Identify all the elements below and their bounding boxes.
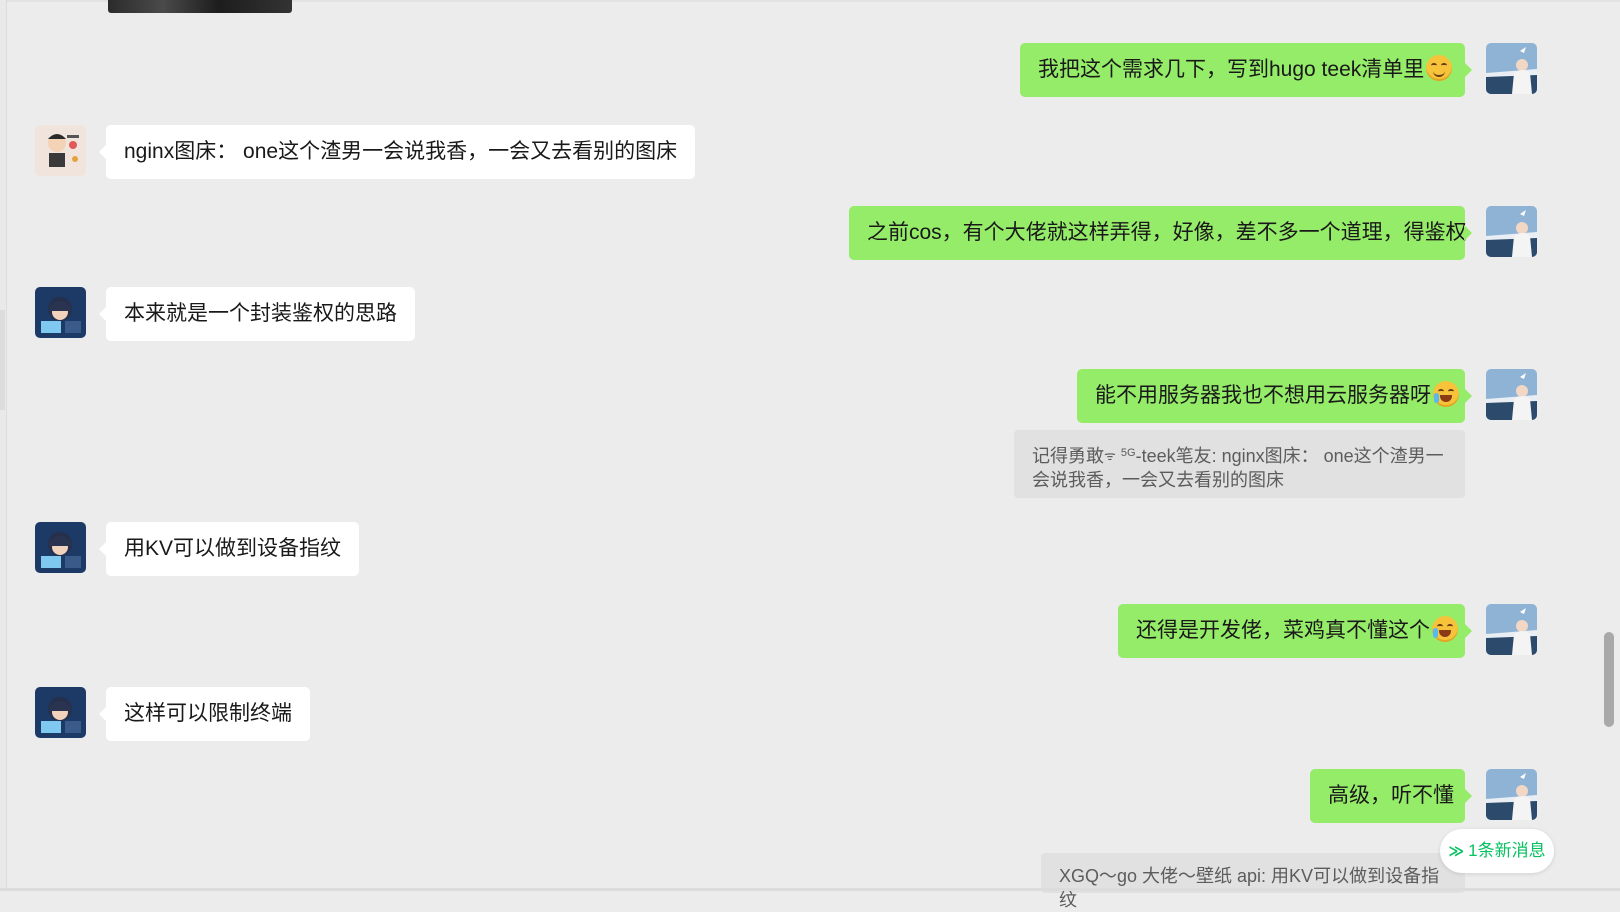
message-text: 本来就是一个封装鉴权的思路 (124, 302, 397, 325)
previous-image-message[interactable] (108, 0, 292, 13)
quoted-reply[interactable]: XGQ～go 大佬～壁纸 api: 用KV可以做到设备指纹 (1041, 853, 1465, 910)
incoming-message-bubble[interactable]: 用KV可以做到设备指纹 (98, 522, 360, 576)
outgoing-message-bubble[interactable]: 高级，听不懂 (1310, 769, 1472, 823)
smirk-emoji-icon (1426, 55, 1453, 81)
my-avatar[interactable] (1486, 769, 1537, 820)
incoming-message-bubble[interactable]: nginx图床： one这个渣男一会说我香，一会又去看别的图床 (98, 125, 696, 179)
my-avatar[interactable] (1486, 43, 1537, 94)
outgoing-message-bubble[interactable]: 我把这个需求几下，写到hugo teek清单里 (1020, 43, 1472, 97)
message-text: 用KV可以做到设备指纹 (124, 537, 342, 560)
outgoing-message-bubble[interactable]: 能不用服务器我也不想用云服务器呀 (1077, 369, 1472, 423)
message-text: 高级，听不懂 (1328, 784, 1454, 807)
message-text: 能不用服务器我也不想用云服务器呀 (1095, 384, 1431, 407)
sender-avatar-anime-coder[interactable] (35, 687, 86, 738)
laugh-cry-emoji-icon (1433, 381, 1459, 407)
5g-badge: 5G (1120, 447, 1136, 459)
sender-avatar-cartoon-sticker[interactable] (35, 125, 86, 176)
message-text: 之前cos，有个大佬就这样弄得，好像，差不多一个道理，得鉴权 (867, 221, 1467, 244)
left-panel-edge (0, 0, 7, 891)
message-text: 还得是开发佬，菜鸡真不懂这个 (1136, 619, 1430, 642)
quote-sender-name-suffix: -teek笔友 (1135, 446, 1212, 466)
sender-avatar-anime-coder[interactable] (35, 287, 86, 338)
outgoing-message-bubble[interactable]: 还得是开发佬，菜鸡真不懂这个 (1118, 604, 1472, 658)
my-avatar[interactable] (1486, 206, 1537, 257)
my-avatar[interactable] (1486, 369, 1537, 420)
chat-scrollbar[interactable] (1604, 632, 1614, 727)
outgoing-message-bubble[interactable]: 之前cos，有个大佬就这样弄得，好像，差不多一个道理，得鉴权 (849, 206, 1472, 260)
double-chevron-down-icon: ≫ (1448, 843, 1465, 860)
incoming-message-bubble[interactable]: 这样可以限制终端 (99, 687, 310, 741)
message-text: 我把这个需求几下，写到hugo teek清单里 (1038, 58, 1425, 81)
quote-sender-name: 记得勇敢 (1032, 446, 1104, 466)
incoming-message-bubble[interactable]: 本来就是一个封装鉴权的思路 (99, 287, 415, 341)
my-avatar[interactable] (1486, 604, 1537, 655)
sender-avatar-anime-coder[interactable] (35, 522, 86, 573)
new-message-label: 1条新消息 (1468, 841, 1546, 860)
message-text: nginx图床： one这个渣男一会说我香，一会又去看别的图床 (124, 140, 678, 163)
laugh-cry-emoji-icon (1432, 616, 1458, 642)
quoted-reply[interactable]: 记得勇敢ᯤ 5G-teek笔友: nginx图床： one这个渣男一 会说我香，… (1014, 430, 1465, 498)
left-panel-resize-handle[interactable] (0, 310, 5, 410)
message-text: 这样可以限制终端 (124, 702, 292, 725)
wifi-icon: ᯤ (1104, 448, 1116, 463)
new-message-button[interactable]: ≫ 1条新消息 (1440, 829, 1554, 873)
quote-text-line2: 会说我香，一会又去看别的图床 (1032, 470, 1284, 490)
quote-text: : nginx图床： one这个渣男一 (1211, 446, 1444, 466)
